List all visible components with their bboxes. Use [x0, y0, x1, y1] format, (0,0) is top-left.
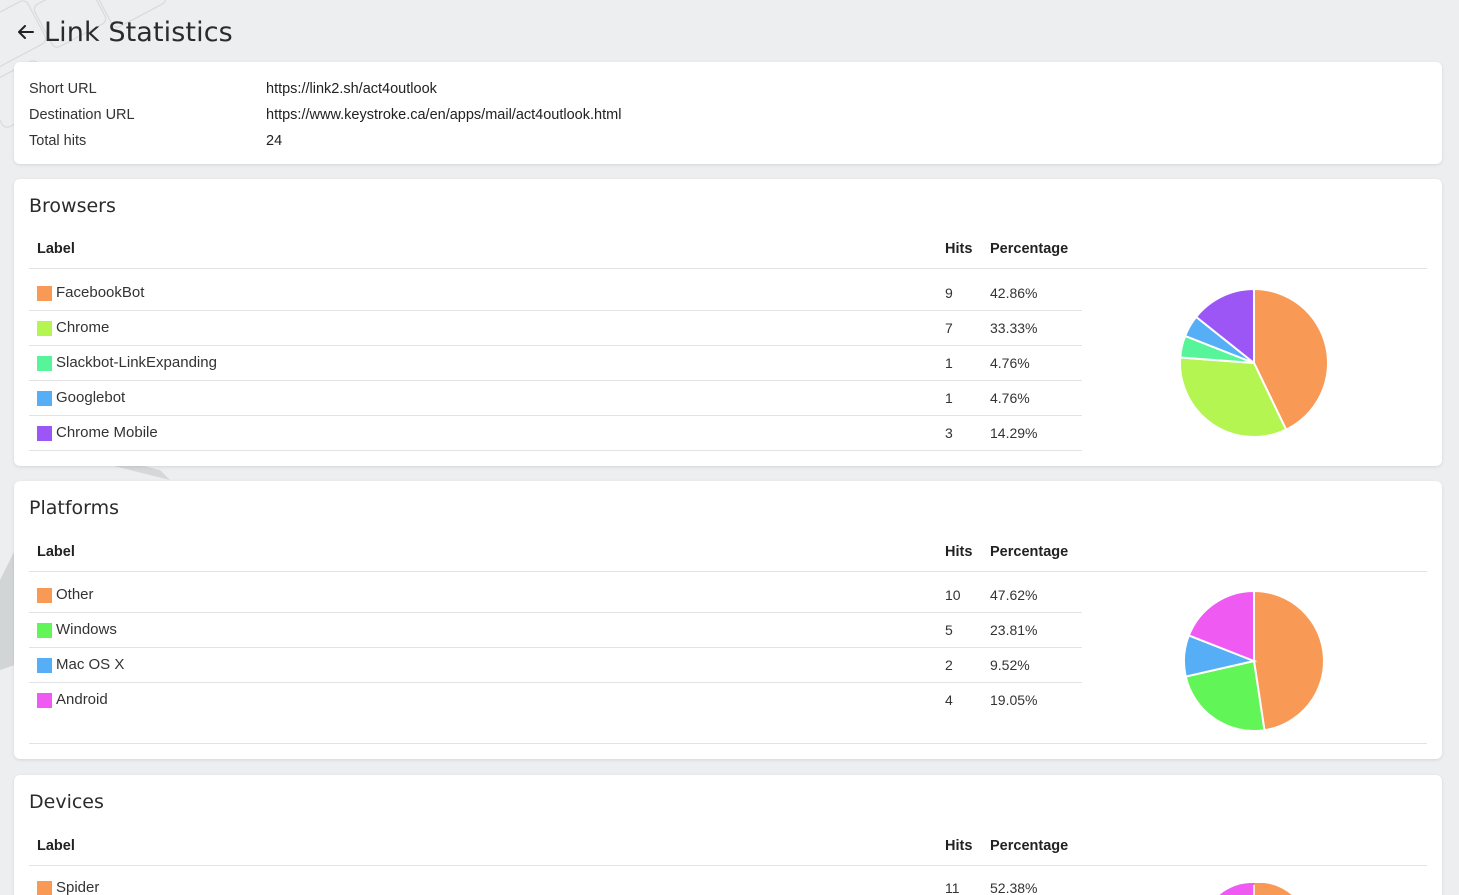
legend-swatch [37, 286, 52, 301]
column-header-percentage: Percentage [990, 241, 1069, 257]
browsers-rows: FacebookBot 9 42.86% Chrome 7 33.33% Sla… [29, 276, 1082, 451]
pie-slice-other [1219, 883, 1254, 895]
legend-swatch [37, 426, 52, 441]
column-header-percentage: Percentage [990, 544, 1069, 560]
column-header-percentage: Percentage [990, 838, 1069, 854]
devices-card: Devices Label Hits Percentage Spider 11 … [14, 775, 1442, 895]
row-hits: 9 [945, 285, 953, 301]
browsers-card: Browsers Label Hits Percentage FacebookB… [14, 179, 1442, 466]
destination-url-value: https://www.keystroke.ca/en/apps/mail/ac… [266, 107, 622, 123]
row-label: Other [56, 586, 94, 603]
row-hits: 2 [945, 657, 953, 673]
table-row: Googlebot 1 4.76% [29, 381, 1082, 416]
platforms-rows: Other 10 47.62% Windows 5 23.81% Mac OS … [29, 578, 1082, 718]
column-header-hits: Hits [945, 544, 973, 560]
row-hits: 7 [945, 320, 953, 336]
devices-rows: Spider 11 52.38% [29, 871, 1082, 895]
short-url-value: https://link2.sh/act4outlook [266, 81, 437, 97]
row-percentage: 19.05% [990, 692, 1038, 708]
section-title-platforms: Platforms [29, 497, 120, 519]
row-label: Slackbot-LinkExpanding [56, 354, 217, 371]
column-header-label: Label [37, 544, 75, 560]
table-row: Other 10 47.62% [29, 578, 1082, 613]
row-percentage: 52.38% [990, 880, 1038, 895]
row-percentage: 4.76% [990, 390, 1030, 406]
destination-url-label: Destination URL [29, 107, 135, 123]
devices-table-header: Label Hits Percentage [29, 826, 1427, 866]
column-header-label: Label [37, 241, 75, 257]
legend-swatch [37, 623, 52, 638]
row-label: Googlebot [56, 389, 126, 406]
legend-swatch [37, 391, 52, 406]
pie-slice-spider [1254, 883, 1292, 895]
short-url-label: Short URL [29, 81, 97, 97]
short-url-row: Short URL https://link2.sh/act4outlook [29, 76, 1427, 102]
table-row: Android 4 19.05% [29, 683, 1082, 718]
row-hits: 3 [945, 425, 953, 441]
row-percentage: 14.29% [990, 425, 1038, 441]
back-arrow-icon[interactable] [14, 20, 38, 44]
row-percentage: 42.86% [990, 285, 1038, 301]
legend-swatch [37, 588, 52, 603]
row-label: FacebookBot [56, 284, 145, 301]
row-hits: 11 [945, 880, 960, 895]
row-label: Windows [56, 621, 117, 638]
row-hits: 1 [945, 355, 953, 371]
platforms-card: Platforms Label Hits Percentage Other 10… [14, 481, 1442, 759]
row-label: Chrome Mobile [56, 424, 158, 441]
row-percentage: 23.81% [990, 622, 1038, 638]
row-percentage: 4.76% [990, 355, 1030, 371]
table-row: Windows 5 23.81% [29, 613, 1082, 648]
table-row: FacebookBot 9 42.86% [29, 276, 1082, 311]
table-row: Slackbot-LinkExpanding 1 4.76% [29, 346, 1082, 381]
total-hits-label: Total hits [29, 133, 87, 149]
link-info-card: Short URL https://link2.sh/act4outlook D… [14, 62, 1442, 164]
pie-slice-other [1253, 589, 1325, 732]
legend-swatch [37, 356, 52, 371]
row-percentage: 33.33% [990, 320, 1038, 336]
row-label: Chrome [56, 319, 110, 336]
total-hits-row: Total hits 24 [29, 128, 1427, 154]
platforms-table-header: Label Hits Percentage [29, 532, 1427, 572]
row-label: Mac OS X [56, 656, 125, 673]
legend-swatch [37, 658, 52, 673]
table-row: Chrome 7 33.33% [29, 311, 1082, 346]
browsers-pie-chart [1179, 287, 1329, 438]
total-hits-value: 24 [266, 133, 283, 149]
column-header-label: Label [37, 838, 75, 854]
row-hits: 1 [945, 390, 953, 406]
platforms-pie-chart [1183, 589, 1325, 732]
section-title-browsers: Browsers [29, 195, 116, 217]
column-header-hits: Hits [945, 838, 973, 854]
row-label: Spider [56, 879, 100, 895]
page-header: Link Statistics [14, 12, 233, 52]
legend-swatch [37, 321, 52, 336]
platforms-bottom-divider [29, 743, 1427, 744]
browsers-table-header: Label Hits Percentage [29, 229, 1427, 269]
page-title: Link Statistics [44, 16, 233, 48]
row-percentage: 9.52% [990, 657, 1030, 673]
table-row: Spider 11 52.38% [29, 871, 1082, 895]
table-row: Mac OS X 2 9.52% [29, 648, 1082, 683]
row-label: Android [56, 691, 108, 708]
column-header-hits: Hits [945, 241, 973, 257]
section-title-devices: Devices [29, 791, 104, 813]
devices-pie-chart [1219, 883, 1292, 895]
legend-swatch [37, 881, 52, 895]
legend-swatch [37, 693, 52, 708]
row-percentage: 47.62% [990, 587, 1038, 603]
destination-url-row: Destination URL https://www.keystroke.ca… [29, 102, 1427, 128]
row-hits: 5 [945, 622, 953, 638]
row-hits: 4 [945, 692, 953, 708]
row-hits: 10 [945, 587, 961, 603]
table-row: Chrome Mobile 3 14.29% [29, 416, 1082, 451]
